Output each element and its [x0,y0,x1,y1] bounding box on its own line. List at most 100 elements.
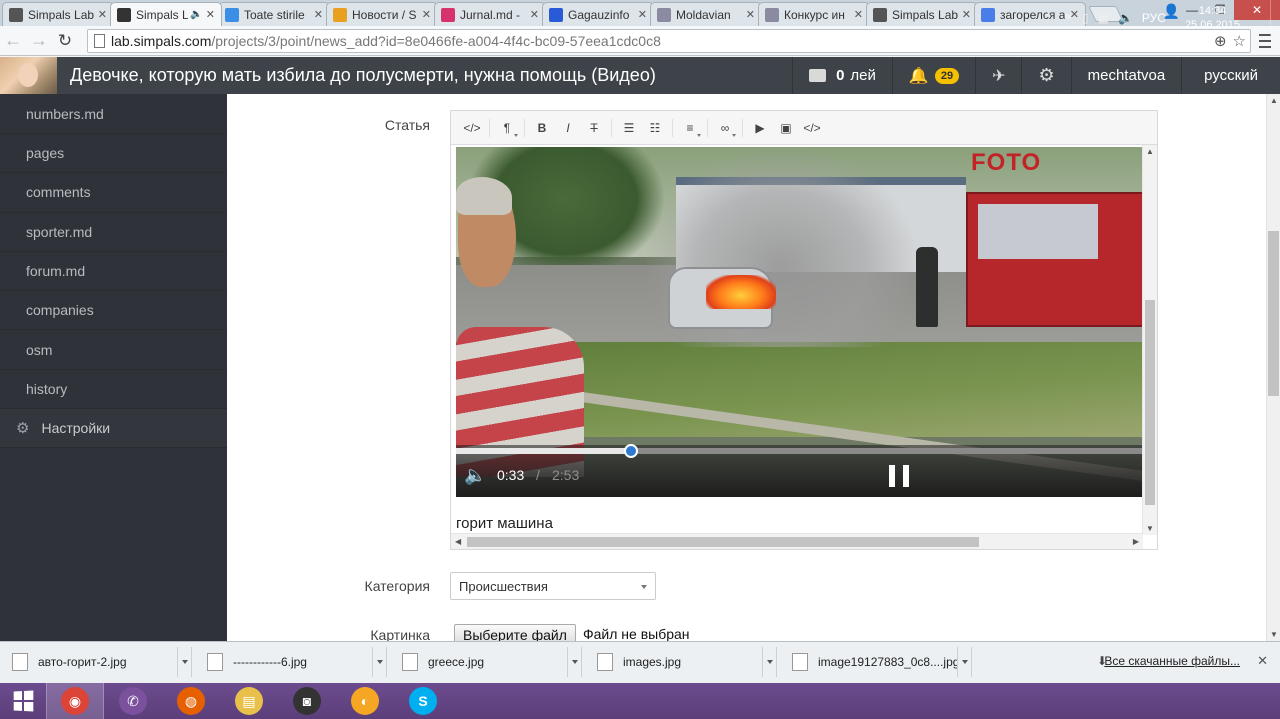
browser-tab[interactable]: Новости / S ✕ [326,2,438,26]
page-scroll-up-icon[interactable]: ▲ [1270,96,1278,105]
audio-playing-icon[interactable]: 🔈 [190,9,202,20]
editor-vertical-scrollbar[interactable]: ▲ ▼ [1142,145,1157,535]
italic-icon[interactable]: I [555,116,581,140]
browser-tab[interactable]: Jurnal.md - ✕ [434,2,546,26]
sidebar-item-osm[interactable]: osm [0,330,227,370]
browser-tab[interactable]: Moldavian ✕ [650,2,762,26]
download-item[interactable]: greece.jpg [390,647,582,677]
page-scrollbar[interactable]: ▲ ▼ [1266,94,1280,641]
scroll-up-arrow-icon[interactable]: ▲ [1146,147,1154,156]
unordered-list-icon[interactable]: ☰ [616,116,642,140]
page-scroll-thumb[interactable] [1268,231,1279,396]
volume-icon[interactable]: 🔈 [464,465,486,486]
tab-close-icon[interactable]: ✕ [530,8,539,21]
notifications-button[interactable]: 🔔 29 [891,57,975,94]
choose-file-button[interactable]: Выберите файл [454,624,576,641]
show-desktop-button[interactable] [1270,0,1280,36]
download-menu-chevron-icon[interactable] [762,647,776,677]
battery-icon[interactable]: ▯ [1082,11,1089,25]
strikethrough-icon[interactable]: T [581,116,607,140]
pause-icon[interactable] [889,465,909,487]
sidebar-item-comments[interactable]: comments [0,173,227,213]
reload-button[interactable]: ↻ [52,28,78,54]
taskbar-app[interactable]: ◍ [162,683,220,719]
html-source-icon[interactable]: </> [459,116,485,140]
download-menu-chevron-icon[interactable] [372,647,386,677]
browser-tab[interactable]: Simpals Lab ✕ [866,2,978,26]
image-icon[interactable]: ▣ [773,116,799,140]
align-icon[interactable]: ≡ [677,116,703,140]
sidebar-item-forum[interactable]: forum.md [0,252,227,292]
browser-tab[interactable]: Simpals L 🔈 ✕ [110,2,222,26]
volume-tray-icon[interactable]: 🔈 [1118,11,1133,25]
sidebar-item-sporter[interactable]: sporter.md [0,213,227,252]
embedded-video[interactable]: FOTO 🔈 0:33 / 2:53 [456,147,1143,497]
download-menu-chevron-icon[interactable] [567,647,581,677]
embed-code-icon[interactable]: </> [799,116,825,140]
download-item[interactable]: авто-горит-2.jpg [0,647,192,677]
download-menu-chevron-icon[interactable] [177,647,191,677]
tab-close-icon[interactable]: ✕ [206,8,215,21]
link-icon[interactable]: ∞ [712,116,738,140]
tab-close-icon[interactable]: ✕ [422,8,431,21]
download-menu-chevron-icon[interactable] [957,647,971,677]
username-link[interactable]: mechtatvoa [1070,57,1182,94]
tab-close-icon[interactable]: ✕ [638,8,647,21]
download-item[interactable]: images.jpg [585,647,777,677]
sidebar-item-companies[interactable]: companies [0,291,227,331]
taskbar-app[interactable]: ◉ [46,683,104,719]
language-selector[interactable]: русский [1181,57,1280,94]
forward-button[interactable]: → [26,28,52,54]
tab-close-icon[interactable]: ✕ [854,8,863,21]
start-button[interactable] [0,683,46,719]
paragraph-icon[interactable]: ¶ [494,116,520,140]
settings-button[interactable]: ⚙ [1021,57,1070,94]
browser-tab[interactable]: Simpals Lab ✕ [2,2,114,26]
file-status-text: Файл не выбран [583,626,690,641]
scroll-left-arrow-icon[interactable]: ◀ [455,537,461,546]
browser-menu-icon[interactable] [1259,34,1271,48]
balance-button[interactable]: 0 лей [792,57,892,94]
editor-content[interactable]: FOTO 🔈 0:33 / 2:53 горит машина [451,145,1143,535]
taskbar-app[interactable]: ✆ [104,683,162,719]
sidebar-item-numbers[interactable]: numbers.md [0,94,227,134]
editor-scroll-thumb[interactable] [1145,300,1155,505]
page-scroll-down-icon[interactable]: ▼ [1270,630,1278,639]
download-item[interactable]: image19127883_0c8....jpg [780,647,972,677]
sidebar-item-history[interactable]: history [0,370,227,410]
taskbar-app[interactable]: ◙ [278,683,336,719]
clock[interactable]: 14:34 25.06.2015 [1185,4,1240,32]
sidebar-item-pages[interactable]: pages [0,134,227,174]
category-select[interactable]: Происшествия [450,572,656,600]
ordered-list-icon[interactable]: ☷ [642,116,668,140]
sidebar-item-settings[interactable]: ⚙ Настройки [0,409,227,449]
bold-icon[interactable]: B [529,116,555,140]
scroll-down-arrow-icon[interactable]: ▼ [1146,524,1154,533]
tab-close-icon[interactable]: ✕ [962,8,971,21]
tab-close-icon[interactable]: ✕ [98,8,107,21]
browser-tab[interactable]: Конкурс ин ✕ [758,2,870,26]
editor-caption-text[interactable]: горит машина [456,515,553,532]
rocket-button[interactable]: ✈ [975,57,1021,94]
browser-tab[interactable]: Toate stirile ✕ [218,2,330,26]
video-icon[interactable]: ▶ [747,116,773,140]
download-item[interactable]: ------------6.jpg [195,647,387,677]
tray-expand-icon[interactable]: ⌃ [1043,11,1053,25]
flag-icon[interactable]: ⚑ [1062,11,1073,25]
network-icon[interactable]: ▦ [1098,11,1109,25]
editor-horizontal-scrollbar[interactable]: ◀ ▶ [451,533,1143,549]
taskbar-app[interactable]: ◐ [336,683,394,719]
browser-tab[interactable]: Gagauzinfo ✕ [542,2,654,26]
close-icon[interactable]: ✕ [1257,653,1268,669]
scroll-right-arrow-icon[interactable]: ▶ [1133,537,1139,546]
tab-close-icon[interactable]: ✕ [314,8,323,21]
editor-hscroll-thumb[interactable] [467,537,979,547]
main-content: Статья </>¶BIT☰☷≡∞▶▣</> FOTO [227,94,1266,641]
input-language[interactable]: РУС [1142,11,1166,25]
avatar[interactable] [0,57,57,94]
back-button[interactable]: ← [0,28,26,54]
tab-close-icon[interactable]: ✕ [746,8,755,21]
taskbar-app[interactable]: ▤ [220,683,278,719]
taskbar-app[interactable]: S [394,683,452,719]
show-all-downloads-link[interactable]: Все скачанные файлы... [1104,654,1240,668]
